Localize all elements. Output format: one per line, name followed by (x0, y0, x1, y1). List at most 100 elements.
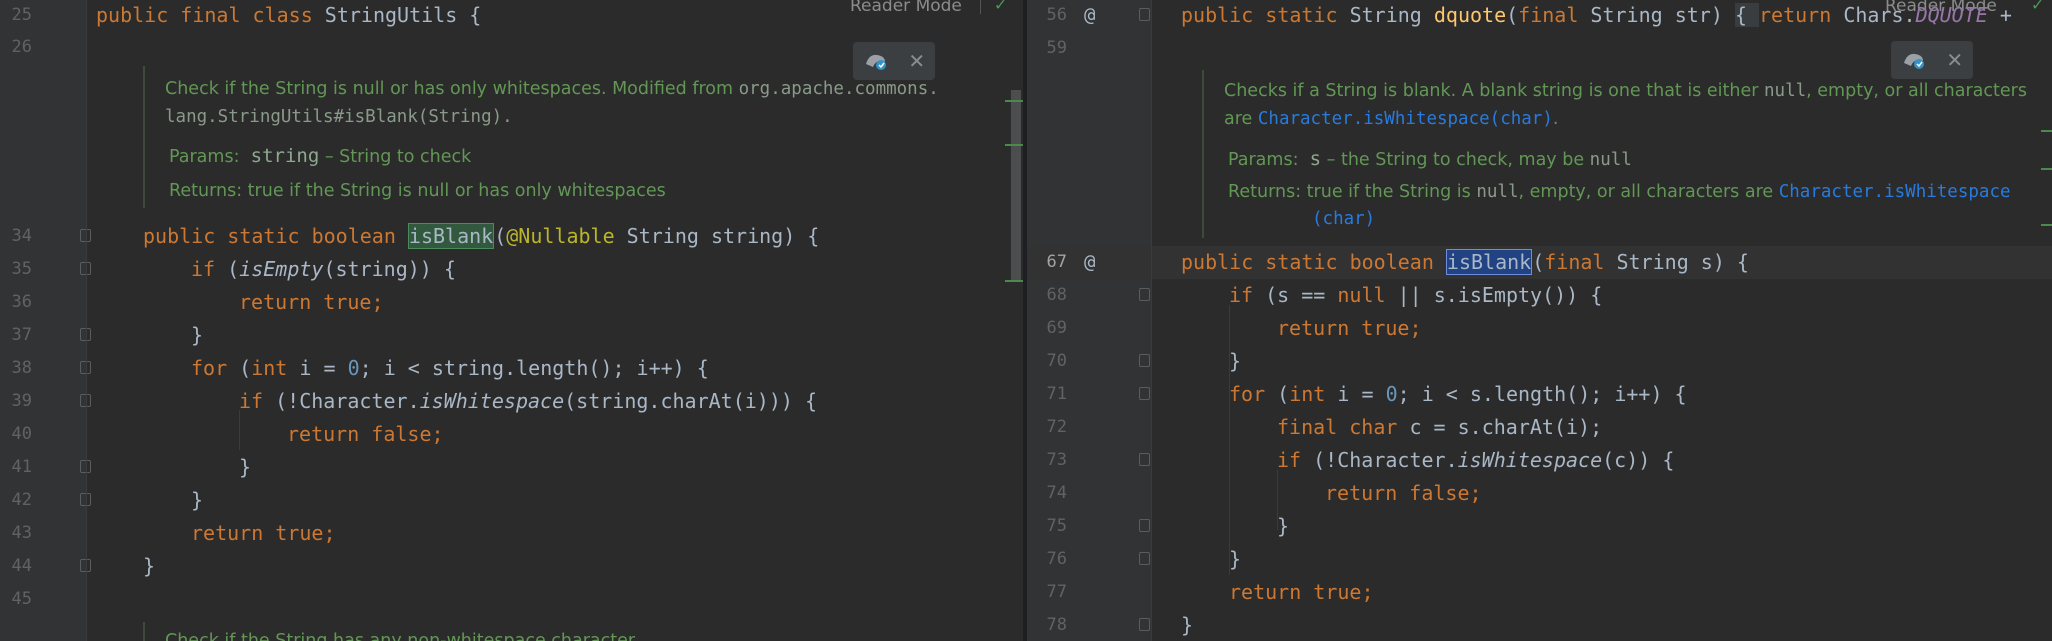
rendered-javadoc: Check if the String is null or has only … (143, 66, 975, 208)
rendered-javadoc: Checks if a String is blank. A blank str… (1202, 70, 2044, 238)
line-number: 44 (11, 556, 32, 576)
code-text[interactable]: return true; (1229, 576, 1374, 609)
left-editor-pane[interactable]: Reader Mode ✓ ✕ 25 public final class St… (0, 0, 1023, 641)
fold-marker-icon[interactable] (1139, 288, 1150, 301)
code-text[interactable]: public static String dquote(final String… (1181, 0, 2024, 32)
code-line: 68 if (s == null || s.isEmpty()) { (1027, 279, 2052, 312)
code-text[interactable]: return false; (287, 418, 444, 451)
code-line: 34 public static boolean isBlank(@Nullab… (0, 220, 1023, 253)
line-number: 45 (11, 589, 32, 609)
code-line: 59 (1027, 32, 2052, 65)
code-line: 25 public final class StringUtils { (0, 0, 1023, 32)
overrides-marker-icon[interactable]: @ (1084, 0, 1095, 32)
code-text[interactable]: return false; (1325, 477, 1482, 510)
line-number: 71 (1046, 384, 1067, 404)
indent-guide (239, 410, 240, 450)
code-line: 45 (0, 583, 1023, 616)
code-text[interactable]: public static boolean isBlank(@Nullable … (143, 220, 819, 253)
code-text[interactable]: } (239, 451, 251, 484)
fold-marker-icon[interactable] (1139, 8, 1150, 21)
scroll-change-marker[interactable] (2041, 130, 2052, 132)
scroll-change-marker[interactable] (2041, 168, 2052, 170)
line-number: 74 (1046, 483, 1067, 503)
indent-guide (1229, 305, 1230, 575)
code-line: 39 if (!Character.isWhitespace(string.ch… (0, 385, 1023, 418)
line-number: 35 (11, 259, 32, 279)
code-line: 71 for (int i = 0; i < s.length(); i++) … (1027, 378, 2052, 411)
scroll-change-marker[interactable] (2041, 224, 2052, 226)
line-number: 39 (11, 391, 32, 411)
code-text[interactable]: if (!Character.isWhitespace(c)) { (1277, 444, 1674, 477)
code-line: 73 if (!Character.isWhitespace(c)) { (1027, 444, 2052, 477)
code-text[interactable]: } (191, 319, 203, 352)
line-number: 41 (11, 457, 32, 477)
line-number: 38 (11, 358, 32, 378)
fold-marker-icon[interactable] (1139, 519, 1150, 532)
code-line-current: 67 @ public static boolean isBlank(final… (1027, 246, 2052, 279)
line-number: 75 (1046, 516, 1067, 536)
code-line: 75 } (1027, 510, 2052, 543)
identifier-selection-highlight: isBlank (1445, 249, 1533, 275)
overrides-marker-icon[interactable]: @ (1084, 246, 1095, 279)
code-text[interactable]: if (s == null || s.isEmpty()) { (1229, 279, 1602, 312)
right-editor-pane[interactable]: Reader Mode ✓ ✕ 56 @ public static Strin… (1027, 0, 2052, 641)
code-text[interactable]: if (!Character.isWhitespace(string.charA… (239, 385, 817, 418)
line-number: 68 (1046, 285, 1067, 305)
scrollbar-thumb[interactable] (1011, 90, 1021, 280)
scroll-change-marker[interactable] (1005, 100, 1023, 102)
code-line: 43 return true; (0, 517, 1023, 550)
line-number: 76 (1046, 549, 1067, 569)
line-number: 78 (1046, 615, 1067, 635)
code-line: 40 return false; (0, 418, 1023, 451)
line-number: 73 (1046, 450, 1067, 470)
line-number: 26 (11, 37, 32, 57)
code-line: 36 return true; (0, 286, 1023, 319)
line-number: 59 (1046, 38, 1067, 58)
code-text[interactable]: } (1229, 345, 1241, 378)
line-number: 34 (11, 226, 32, 246)
code-line: 26 (0, 31, 1023, 64)
code-text[interactable]: return true; (239, 286, 384, 319)
line-number: 67 (1046, 252, 1067, 272)
code-line: 42 } (0, 484, 1023, 517)
line-number: 70 (1046, 351, 1067, 371)
code-line: 38 for (int i = 0; i < string.length(); … (0, 352, 1023, 385)
code-line: 41 } (0, 451, 1023, 484)
scroll-change-marker[interactable] (1005, 280, 1023, 282)
code-text[interactable]: for (int i = 0; i < s.length(); i++) { (1229, 378, 1687, 411)
indent-guide (1151, 0, 1152, 641)
code-line: 37 } (0, 319, 1023, 352)
code-text[interactable]: } (1181, 609, 1193, 641)
fold-marker-icon[interactable] (1139, 552, 1150, 565)
identifier-match-highlight: isBlank (407, 223, 495, 249)
code-text[interactable]: public final class StringUtils { (96, 0, 481, 32)
fold-marker-icon[interactable] (1139, 453, 1150, 466)
fold-marker-icon[interactable] (1139, 354, 1150, 367)
code-text[interactable]: return true; (191, 517, 336, 550)
code-text[interactable]: return true; (1277, 312, 1422, 345)
code-text[interactable]: public static boolean isBlank(final Stri… (1181, 246, 1749, 279)
fold-marker-icon[interactable] (1139, 618, 1150, 631)
indent-guide (86, 0, 87, 641)
code-line: 74 return false; (1027, 477, 2052, 510)
line-number: 77 (1046, 582, 1067, 602)
code-text[interactable]: } (1277, 510, 1289, 543)
fold-marker-icon[interactable] (1139, 387, 1150, 400)
scroll-change-marker[interactable] (1005, 144, 1023, 146)
line-number: 37 (11, 325, 32, 345)
code-text[interactable]: for (int i = 0; i < string.length(); i++… (191, 352, 709, 385)
code-text[interactable]: } (191, 484, 203, 517)
code-line: 69 return true; (1027, 312, 2052, 345)
code-text[interactable]: } (1229, 543, 1241, 576)
code-line: 77 return true; (1027, 576, 2052, 609)
code-text[interactable]: final char c = s.charAt(i); (1277, 411, 1602, 444)
code-text[interactable]: } (143, 550, 155, 583)
code-line: 78 } (1027, 609, 2052, 641)
rendered-javadoc: Check if the String has any non-whitespa… (143, 622, 975, 641)
code-line: 56 @ public static String dquote(final S… (1027, 0, 2052, 32)
line-number: 40 (11, 424, 32, 444)
code-line: 72 final char c = s.charAt(i); (1027, 411, 2052, 444)
line-number: 72 (1046, 417, 1067, 437)
code-line: 70 } (1027, 345, 2052, 378)
code-text[interactable]: if (isEmpty(string)) { (191, 253, 456, 286)
